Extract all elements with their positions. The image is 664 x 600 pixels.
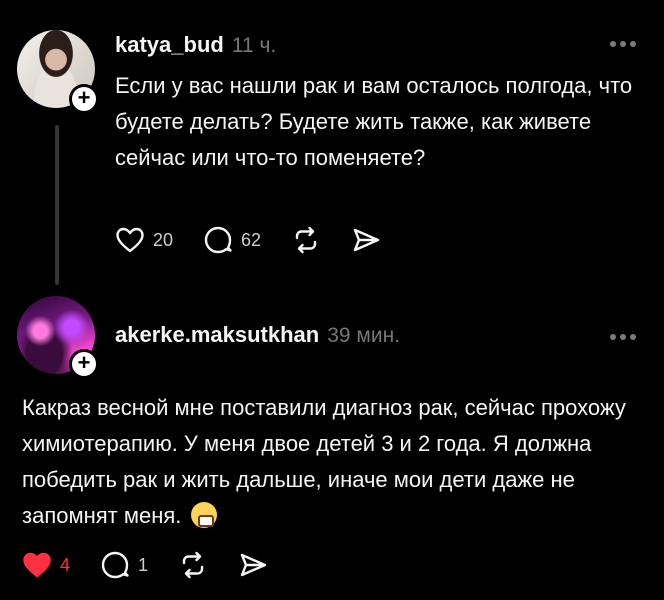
more-icon[interactable] — [610, 40, 636, 48]
post-text: Если у вас нашли рак и вам осталось полг… — [115, 73, 633, 170]
post-actions: 4 1 — [22, 550, 298, 580]
like-count: 20 — [153, 229, 174, 250]
username[interactable]: akerke.maksutkhan — [115, 322, 319, 348]
heart-filled-icon — [23, 552, 51, 578]
post-header: akerke.maksutkhan 39 мин. — [115, 322, 400, 348]
reply-button[interactable]: 1 — [100, 550, 148, 580]
like-button[interactable]: 4 — [22, 551, 70, 579]
share-icon — [353, 228, 380, 252]
heart-icon — [116, 227, 144, 253]
comment-icon — [204, 226, 232, 254]
weary-face-emoji-icon — [190, 502, 217, 528]
reply-button[interactable]: 62 — [203, 225, 261, 255]
thread-line — [55, 125, 59, 285]
comment-icon — [101, 551, 129, 579]
share-button[interactable] — [238, 550, 268, 580]
post-text-body: Какраз весной мне поставили диагноз рак,… — [22, 395, 626, 528]
post-text: Какраз весной мне поставили диагноз рак,… — [22, 390, 652, 534]
post-header: katya_bud 11 ч. — [115, 32, 276, 58]
follow-plus-icon[interactable]: + — [69, 349, 99, 379]
repost-icon — [182, 551, 204, 579]
post-actions: 20 62 — [115, 225, 411, 255]
follow-plus-icon[interactable]: + — [69, 84, 99, 114]
reply-count: 1 — [138, 554, 149, 575]
like-button[interactable]: 20 — [115, 226, 173, 254]
reply-count: 62 — [241, 229, 262, 250]
repost-button[interactable] — [291, 225, 321, 255]
like-count: 4 — [60, 554, 71, 575]
repost-icon — [295, 226, 317, 254]
timestamp: 11 ч. — [231, 34, 277, 57]
more-icon[interactable] — [610, 333, 636, 341]
share-icon — [240, 553, 267, 577]
share-button[interactable] — [351, 225, 381, 255]
username[interactable]: katya_bud — [115, 32, 224, 58]
repost-button[interactable] — [178, 550, 208, 580]
timestamp: 39 мин. — [327, 324, 401, 347]
